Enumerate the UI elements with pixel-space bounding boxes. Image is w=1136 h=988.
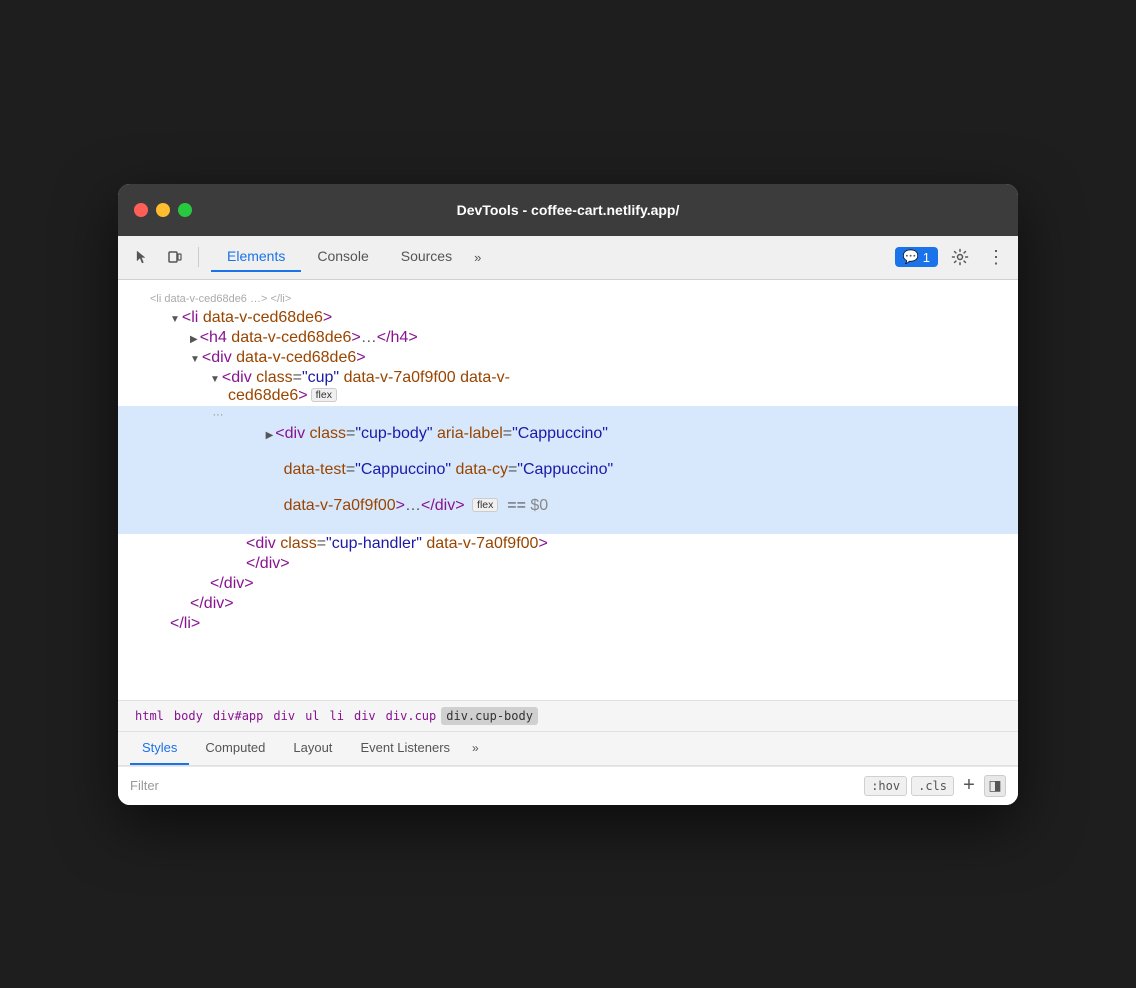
flex-badge-selected[interactable]: flex xyxy=(472,498,498,512)
collapse-triangle: ▼ xyxy=(190,354,200,365)
title-bar: DevTools - coffee-cart.netlify.app/ xyxy=(118,184,1018,236)
filter-actions: :hov .cls + ◨ xyxy=(864,775,1006,797)
traffic-lights xyxy=(134,203,192,217)
html-line-div-outer[interactable]: ▼<div data-v-ced68de6> xyxy=(118,348,1018,368)
breadcrumb-divapp[interactable]: div#app xyxy=(208,707,269,725)
add-style-button[interactable]: + xyxy=(958,775,980,797)
line-content: </li> xyxy=(170,615,1010,633)
html-line-close-div-2[interactable]: </div> xyxy=(118,574,1018,594)
expand-triangle: ▶ xyxy=(266,430,274,441)
collapse-triangle: ▼ xyxy=(210,374,220,385)
line-content: </div> xyxy=(190,595,1010,613)
line-gutter xyxy=(206,555,230,556)
html-line-top[interactable]: <li data-v-ced68de6 …> </li> xyxy=(118,288,1018,308)
filter-input[interactable] xyxy=(130,778,856,793)
toolbar-right: 💬 1 ⋮ xyxy=(895,243,1010,271)
more-options-icon: ⋮ xyxy=(987,247,1005,268)
line-content: ▼<div data-v-ced68de6> xyxy=(190,349,1010,367)
html-line-h4[interactable]: ▶<h4 data-v-ced68de6>…</h4> xyxy=(118,328,1018,348)
line-gutter xyxy=(166,329,190,330)
html-line-close-li[interactable]: </li> xyxy=(118,614,1018,634)
breadcrumb-divcupbody[interactable]: div.cup-body xyxy=(441,707,538,725)
tab-sources[interactable]: Sources xyxy=(385,242,468,272)
sidebar-toggle-button[interactable]: ◨ xyxy=(984,775,1006,797)
hov-button[interactable]: :hov xyxy=(864,776,907,796)
bottom-tabs: Styles Computed Layout Event Listeners » xyxy=(118,732,1018,766)
breadcrumb-li[interactable]: li xyxy=(325,707,349,725)
sidebar-icon: ◨ xyxy=(988,777,1001,794)
maximize-button[interactable] xyxy=(178,203,192,217)
line-gutter xyxy=(146,615,170,616)
tab-more-button[interactable]: » xyxy=(468,246,487,269)
toolbar: Elements Console Sources » 💬 1 ⋮ xyxy=(118,236,1018,280)
tab-layout[interactable]: Layout xyxy=(281,732,344,765)
line-gutter: ··· xyxy=(206,407,230,421)
expand-triangle: ▶ xyxy=(190,334,198,345)
breadcrumb-body[interactable]: body xyxy=(169,707,208,725)
collapse-triangle: ▼ xyxy=(170,314,180,325)
notification-badge[interactable]: 💬 1 xyxy=(895,247,938,267)
line-content: ▼<li data-v-ced68de6> xyxy=(170,309,1010,327)
tab-more[interactable]: » xyxy=(466,735,485,761)
line-content: <div class="cup-handler" data-v-7a0f9f00… xyxy=(230,535,1010,553)
settings-button[interactable] xyxy=(946,243,974,271)
breadcrumb-divcup[interactable]: div.cup xyxy=(381,707,442,725)
html-line-div-cup[interactable]: ▼<div class="cup" data-v-7a0f9f00 data-v… xyxy=(118,368,1018,406)
notification-count: 1 xyxy=(923,250,930,265)
line-content: </div> xyxy=(230,555,1010,573)
html-line-cup-body-selected[interactable]: ··· ▶<div class="cup-body" aria-label="C… xyxy=(118,406,1018,534)
line-gutter xyxy=(146,309,170,310)
filter-bar: :hov .cls + ◨ xyxy=(118,766,1018,805)
line-gutter xyxy=(186,369,210,370)
html-line-close-div-1[interactable]: </div> xyxy=(118,554,1018,574)
toolbar-tabs: Elements Console Sources » xyxy=(211,242,487,272)
flex-badge[interactable]: flex xyxy=(311,388,337,402)
line-gutter xyxy=(126,289,150,290)
line-gutter xyxy=(166,349,190,350)
line-content: ▼<div class="cup" data-v-7a0f9f00 data-v… xyxy=(210,369,1010,405)
tab-computed[interactable]: Computed xyxy=(193,732,277,765)
line-content: </div> xyxy=(210,575,1010,593)
top-partial: <li data-v-ced68de6 …> </li> xyxy=(150,293,291,305)
breadcrumb-ul[interactable]: ul xyxy=(300,707,324,725)
line-gutter xyxy=(186,575,210,576)
line-gutter xyxy=(166,595,190,596)
notification-icon: 💬 xyxy=(903,249,919,265)
elements-panel: <li data-v-ced68de6 …> </li> ▼<li data-v… xyxy=(118,280,1018,700)
breadcrumb-div2[interactable]: div xyxy=(349,707,381,725)
cls-button[interactable]: .cls xyxy=(911,776,954,796)
breadcrumb-div1[interactable]: div xyxy=(268,707,300,725)
tab-styles[interactable]: Styles xyxy=(130,732,189,765)
html-line-li[interactable]: ▼<li data-v-ced68de6> xyxy=(118,308,1018,328)
close-button[interactable] xyxy=(134,203,148,217)
line-content: ▶<div class="cup-body" aria-label="Cappu… xyxy=(230,407,1010,533)
cursor-icon[interactable] xyxy=(126,242,156,272)
html-line-cup-handler[interactable]: <div class="cup-handler" data-v-7a0f9f00… xyxy=(118,534,1018,554)
window-title: DevTools - coffee-cart.netlify.app/ xyxy=(457,202,680,218)
line-content: ▶<h4 data-v-ced68de6>…</h4> xyxy=(190,329,1010,347)
breadcrumb: html body div#app div ul li div div.cup … xyxy=(118,700,1018,732)
tab-elements[interactable]: Elements xyxy=(211,242,301,272)
breadcrumb-html[interactable]: html xyxy=(130,707,169,725)
line-content: <li data-v-ced68de6 …> </li> xyxy=(150,289,1010,307)
tab-console[interactable]: Console xyxy=(301,242,384,272)
device-icon[interactable] xyxy=(160,242,190,272)
line-gutter xyxy=(206,535,230,536)
devtools-window: DevTools - coffee-cart.netlify.app/ Elem… xyxy=(118,184,1018,805)
html-line-close-div-3[interactable]: </div> xyxy=(118,594,1018,614)
toolbar-divider xyxy=(198,247,199,267)
more-options-button[interactable]: ⋮ xyxy=(982,243,1010,271)
tab-event-listeners[interactable]: Event Listeners xyxy=(348,732,462,765)
minimize-button[interactable] xyxy=(156,203,170,217)
